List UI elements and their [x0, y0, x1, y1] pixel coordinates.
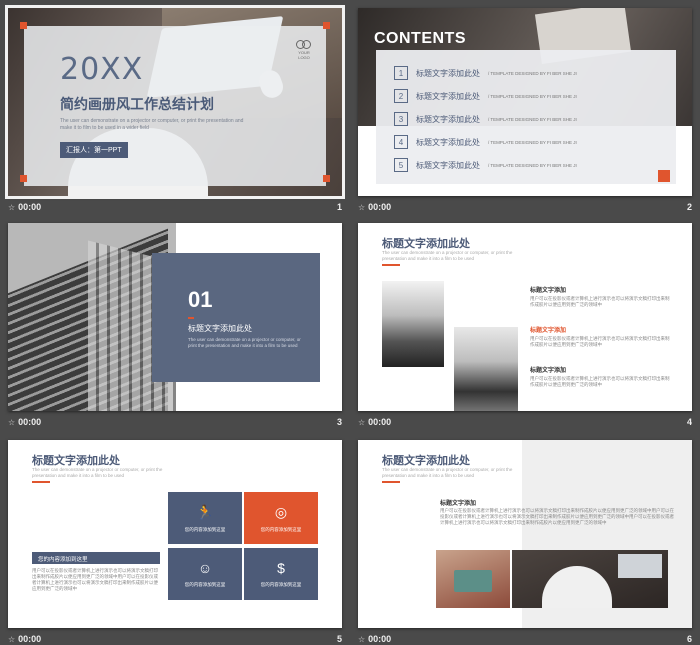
money-bag-icon: $	[277, 560, 285, 576]
contents-item: 2 标题文字添加此处 / TEMPLATE DESIGNED BY FI BER…	[394, 89, 577, 103]
slide-number: 2	[686, 202, 692, 212]
running-person-icon: 🏃	[196, 503, 214, 520]
item-title: 标题文字添加此处	[416, 137, 480, 147]
accent-line	[188, 317, 194, 319]
item-number: 5	[394, 158, 408, 172]
slide-meta-5: ☆ 00:00 5	[8, 630, 342, 645]
item-number: 2	[394, 89, 408, 103]
text-block: 标题文字添加 用户可以在投影仪或者计算机上进行演示也可以将演示文稿打印出来制作成…	[530, 328, 670, 347]
item-desc: / TEMPLATE DESIGNED BY FI BER SHE JI	[488, 162, 577, 168]
transition-star-icon[interactable]: ☆	[358, 635, 365, 644]
slide-thumbnail-2[interactable]: CONTENTS 1 标题文字添加此处 / TEMPLATE DESIGNED …	[358, 8, 692, 196]
item-number: 1	[394, 66, 408, 80]
slide-thumbnail-4[interactable]: 标题文字添加此处 The user can demonstrate on a p…	[358, 223, 692, 411]
slide-time: 00:00	[368, 634, 392, 644]
slide-number: 4	[686, 417, 692, 427]
portrait-photo	[454, 327, 518, 411]
content-box-title: 您的内容添加到这里	[32, 552, 160, 564]
slide-thumbnail-6[interactable]: 标题文字添加此处 The user can demonstrate on a p…	[358, 440, 692, 628]
slide-meta-3: ☆ 00:00 3	[8, 413, 342, 431]
slide-meta-4: ☆ 00:00 4	[358, 413, 692, 431]
item-desc: / TEMPLATE DESIGNED BY FI BER SHE JI	[488, 93, 577, 99]
desk-chair-photo	[512, 550, 668, 608]
item-number: 4	[394, 135, 408, 149]
slide-number: 1	[336, 202, 342, 212]
contents-item: 1 标题文字添加此处 / TEMPLATE DESIGNED BY FI BER…	[394, 66, 577, 80]
section-number: 01	[188, 287, 213, 312]
content-card: ☺ 您的内容添加到这里	[168, 548, 242, 600]
text-block: 标题文字添加 用户可以在投影仪或者计算机上进行演示也可以将演示文稿打印出来制作成…	[530, 368, 670, 387]
slide-thumbnail-1[interactable]: 20XX 简约画册风工作总结计划 The user can demonstrat…	[5, 5, 345, 199]
block-body: 用户可以在投影仪或者计算机上进行演示也可以将演示文稿打印出来制作成胶片以便应用到…	[440, 508, 674, 525]
accent-line	[32, 481, 50, 483]
transition-star-icon[interactable]: ☆	[358, 203, 365, 212]
item-number: 3	[394, 112, 408, 126]
item-desc: / TEMPLATE DESIGNED BY FI BER SHE JI	[488, 116, 577, 122]
woman-photo	[382, 281, 444, 367]
transition-star-icon[interactable]: ☆	[8, 418, 15, 427]
contents-heading: CONTENTS	[374, 30, 466, 47]
item-title: 标题文字添加此处	[416, 91, 480, 101]
corner-marker	[323, 175, 330, 182]
slide-time: 00:00	[18, 417, 42, 427]
year-heading: 20XX	[60, 52, 144, 87]
logo-text: YOUR LOGO	[298, 50, 310, 60]
content-card: ◎ 您的内容添加到这里	[244, 492, 318, 544]
item-title: 标题文字添加此处	[416, 114, 480, 124]
target-icon: ◎	[274, 503, 288, 520]
item-title: 标题文字添加此处	[416, 68, 480, 78]
item-desc: / TEMPLATE DESIGNED BY FI BER SHE JI	[488, 139, 577, 145]
slide-thumbnail-5[interactable]: 标题文字添加此处 The user can demonstrate on a p…	[8, 440, 342, 628]
accent-line	[382, 481, 400, 483]
section-title: 标题文字添加此处	[188, 324, 252, 333]
transition-star-icon[interactable]: ☆	[358, 418, 365, 427]
slide-title: 简约画册风工作总结计划	[60, 96, 214, 112]
slide-subtitle: The user can demonstrate on a projector …	[382, 467, 513, 478]
corner-marker	[20, 175, 27, 182]
section-box	[152, 253, 320, 382]
logo-rings-icon	[296, 40, 312, 49]
presenter-label: 汇报人：第一PPT	[60, 142, 128, 158]
building-photo	[8, 223, 176, 411]
books-photo	[436, 550, 510, 608]
corner-marker	[323, 22, 330, 29]
slide-title: 标题文字添加此处	[382, 455, 470, 467]
logo: YOUR LOGO	[292, 40, 316, 60]
transition-star-icon[interactable]: ☆	[8, 203, 15, 212]
slide-thumbnail-3[interactable]: 01 标题文字添加此处 The user can demonstrate on …	[8, 223, 342, 411]
accent-line	[382, 264, 400, 266]
slide-time: 00:00	[18, 202, 42, 212]
text-block: 标题文字添加 用户可以在投影仪或者计算机上进行演示也可以将演示文稿打印出来制作成…	[530, 288, 670, 307]
section-subtitle: The user can demonstrate on a projector …	[188, 337, 301, 348]
slide-time: 00:00	[18, 634, 42, 644]
slide-title: 标题文字添加此处	[382, 238, 470, 250]
slide-meta-1: ☆ 00:00 1	[8, 198, 342, 216]
contents-item: 3 标题文字添加此处 / TEMPLATE DESIGNED BY FI BER…	[394, 112, 577, 126]
slide-number: 6	[686, 634, 692, 644]
item-desc: / TEMPLATE DESIGNED BY FI BER SHE JI	[488, 70, 577, 76]
slide-subtitle: The user can demonstrate on a projector …	[32, 467, 163, 478]
block-title: 标题文字添加	[440, 501, 477, 507]
brain-head-icon: ☺	[197, 560, 213, 576]
transition-star-icon[interactable]: ☆	[8, 635, 15, 644]
slide-meta-6: ☆ 00:00 6	[358, 630, 692, 645]
slide-title: 标题文字添加此处	[32, 455, 120, 467]
content-card: 🏃 您的内容添加到这里	[168, 492, 242, 544]
slide-number: 3	[336, 417, 342, 427]
contents-item: 4 标题文字添加此处 / TEMPLATE DESIGNED BY FI BER…	[394, 135, 577, 149]
slide-meta-2: ☆ 00:00 2	[358, 198, 692, 216]
content-box-body: 用户可以在投影仪或者计算机上进行演示也可以将演示文稿打印出来制作成胶片以便应用到…	[32, 568, 158, 591]
content-card: $ 您的内容添加到这里	[244, 548, 318, 600]
slide-subtitle: The user can demonstrate on a projector …	[382, 250, 513, 261]
item-title: 标题文字添加此处	[416, 160, 480, 170]
corner-marker	[20, 22, 27, 29]
slide-subtitle: The user can demonstrate on a projector …	[60, 118, 244, 131]
contents-item: 5 标题文字添加此处 / TEMPLATE DESIGNED BY FI BER…	[394, 158, 577, 172]
slide-time: 00:00	[368, 417, 392, 427]
accent-square	[658, 170, 670, 182]
slide-number: 5	[336, 634, 342, 644]
slide-time: 00:00	[368, 202, 392, 212]
